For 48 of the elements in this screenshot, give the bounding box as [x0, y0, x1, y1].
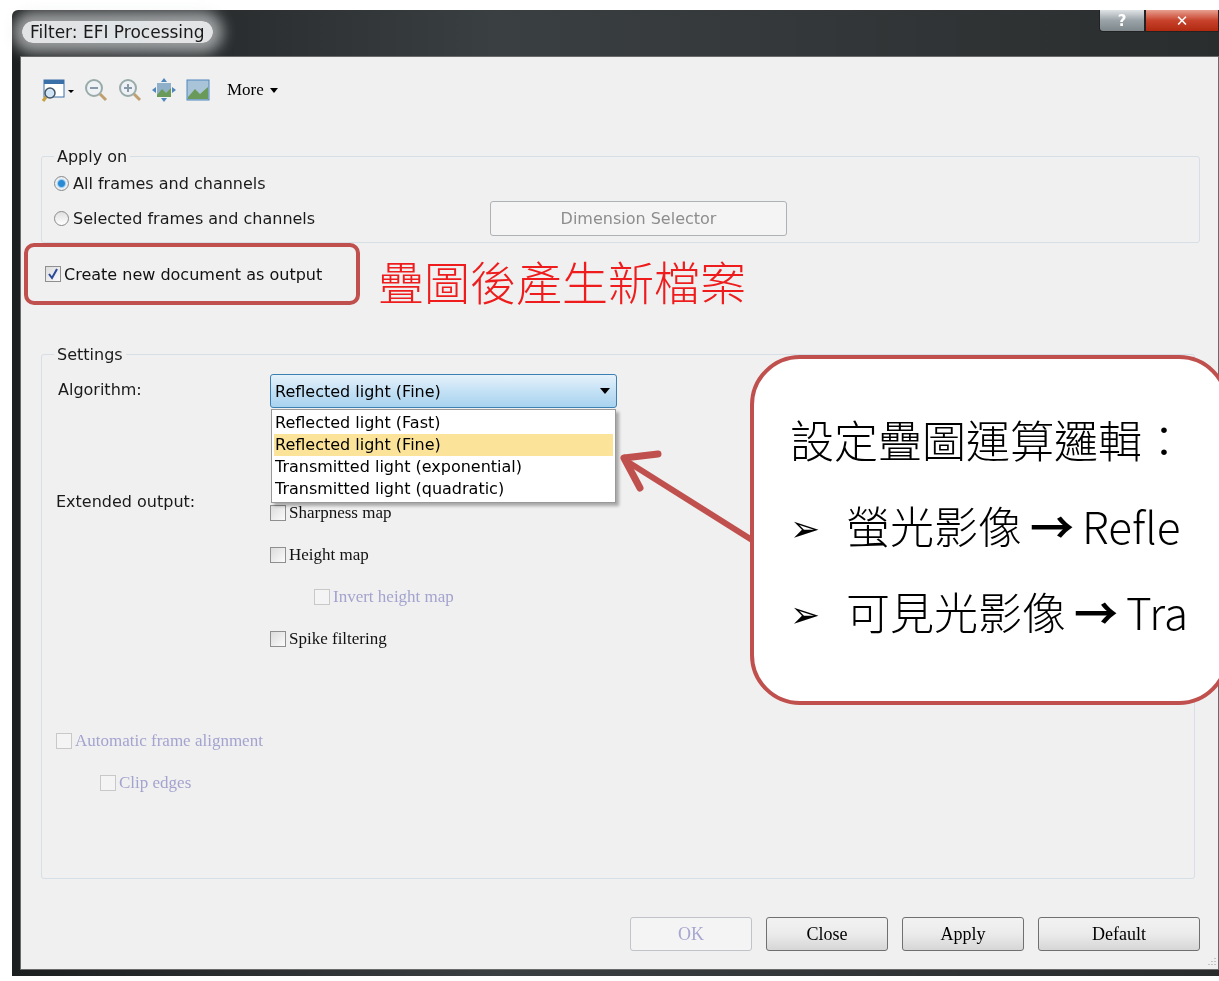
field-label: Algorithm:: [57, 379, 143, 401]
fit-image-icon[interactable]: [151, 77, 177, 103]
full-image-icon[interactable]: [185, 77, 211, 103]
checkbox-label: Height map: [289, 545, 369, 565]
dialog-button[interactable]: Close: [766, 917, 888, 951]
group-title: Apply on: [56, 147, 129, 166]
callout-title: 設定疊圖運算邏輯：: [790, 407, 1187, 471]
dropdown-option[interactable]: Transmitted light (exponential): [274, 456, 613, 478]
more-menu-button[interactable]: More: [219, 80, 278, 100]
checkbox[interactable]: [270, 505, 286, 521]
callout-text: Refle: [1082, 493, 1181, 557]
dropdown-option[interactable]: Reflected light (Fast): [274, 412, 613, 434]
arrow-mark: →: [1030, 493, 1074, 557]
close-button[interactable]: ✕: [1145, 10, 1219, 32]
checkbox-label: Clip edges: [119, 773, 192, 793]
checkbox-label: Automatic frame alignment: [75, 731, 263, 751]
radio-button[interactable]: [54, 176, 69, 191]
checkbox-label: Sharpness map: [289, 503, 392, 523]
bullet-mark: ➢: [790, 585, 821, 637]
checkbox[interactable]: [270, 631, 286, 647]
callout-text: Tra: [1126, 579, 1189, 643]
radio-label: All frames and channels: [73, 174, 266, 193]
bullet-mark: ➢: [790, 499, 821, 551]
caret-icon: [600, 388, 610, 394]
dialog-button[interactable]: Apply: [902, 917, 1024, 951]
callout-text: 可見光影像: [846, 579, 1066, 643]
checkbox-label: Invert height map: [333, 587, 454, 607]
checkbox-label: Create new document as output: [64, 264, 323, 284]
annotation-text: 疊圖後產生新檔案: [378, 247, 746, 313]
dialog-button[interactable]: Default: [1038, 917, 1200, 951]
radio-button[interactable]: [54, 211, 69, 226]
window-title: Filter: EFI Processing: [22, 21, 213, 43]
dropdown-option[interactable]: Reflected light (Fine): [274, 434, 613, 456]
algorithm-dropdown[interactable]: Reflected light (Fine): [270, 374, 617, 408]
dropdown-option[interactable]: Transmitted light (quadratic): [274, 478, 613, 500]
resize-grip-icon[interactable]: [1206, 957, 1216, 967]
field-label: Extended output:: [56, 492, 197, 513]
zoom-out-icon[interactable]: [83, 77, 109, 103]
checkbox-label: Spike filtering: [289, 629, 387, 649]
checkbox[interactable]: [270, 547, 286, 563]
caret-icon: [269, 87, 278, 93]
radio-label: Selected frames and channels: [73, 209, 316, 228]
checkbox[interactable]: [45, 266, 61, 282]
callout-text: 螢光影像: [846, 493, 1022, 557]
window-search-icon[interactable]: [41, 77, 75, 103]
zoom-in-icon[interactable]: [117, 77, 143, 103]
group-title: Settings: [56, 345, 124, 364]
arrow-mark: →: [1074, 579, 1118, 643]
